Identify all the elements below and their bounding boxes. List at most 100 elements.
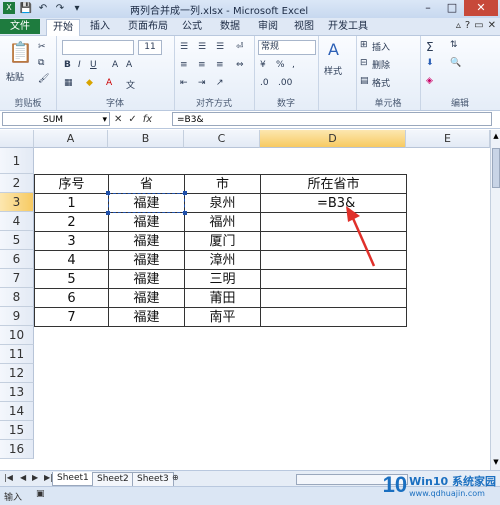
cell-c2[interactable]: 市 — [184, 174, 261, 194]
row-header-1[interactable]: 1 — [0, 148, 34, 174]
format-cells-icon[interactable]: ▤ — [360, 76, 369, 86]
cell-c7[interactable]: 三明 — [184, 269, 261, 289]
cell-a2[interactable]: 序号 — [34, 174, 109, 194]
sheet-tab-2[interactable]: Sheet2 — [92, 472, 134, 487]
tab-home[interactable]: 开始 — [46, 19, 80, 36]
cell-d9[interactable] — [260, 307, 407, 327]
font-grow-icon[interactable]: A — [112, 60, 118, 70]
delete-cells-label[interactable]: 删除 — [372, 58, 390, 71]
sheet-tab-1[interactable]: Sheet1 — [52, 472, 94, 486]
format-painter-icon[interactable]: 🖌 — [38, 74, 49, 84]
tab-view[interactable]: 视图 — [288, 19, 320, 34]
cell-a3[interactable]: 1 — [34, 193, 109, 213]
name-box-dropdown-icon[interactable]: ▾ — [102, 113, 107, 127]
align-bottom-icon[interactable]: ☰ — [216, 42, 224, 52]
cell-d5[interactable] — [260, 231, 407, 251]
decrease-indent-icon[interactable]: ⇤ — [180, 78, 188, 88]
styles-label[interactable]: 样式 — [324, 64, 342, 77]
column-header-e[interactable]: E — [406, 130, 490, 148]
merge-center-icon[interactable]: ⇔ — [236, 60, 244, 70]
orientation-icon[interactable]: ↗ — [216, 78, 224, 88]
cut-icon[interactable]: ✂ — [38, 42, 46, 52]
cell-b7[interactable]: 福建 — [108, 269, 185, 289]
prev-sheet-icon[interactable]: ◀ — [20, 473, 26, 482]
font-size-select[interactable]: 11 — [138, 40, 162, 55]
row-header-12[interactable]: 12 — [0, 364, 34, 383]
column-header-b[interactable]: B — [108, 130, 184, 148]
phonetic-icon[interactable]: 文 — [126, 78, 135, 91]
formula-input[interactable]: =B3& — [172, 112, 492, 126]
cell-c6[interactable]: 漳州 — [184, 250, 261, 270]
cell-a7[interactable]: 5 — [34, 269, 109, 289]
tab-file[interactable]: 文件 — [0, 19, 40, 34]
cell-d7[interactable] — [260, 269, 407, 289]
underline-icon[interactable]: U — [90, 60, 97, 70]
currency-icon[interactable]: ¥ — [260, 60, 266, 70]
row-header-9[interactable]: 9 — [0, 307, 34, 326]
name-box[interactable]: SUM ▾ — [2, 112, 110, 126]
confirm-entry-icon[interactable]: ✓ — [128, 114, 136, 125]
font-color-icon[interactable]: A — [106, 78, 112, 88]
align-center-icon[interactable]: ≡ — [198, 60, 206, 70]
cell-d3-editing[interactable]: =B3& — [260, 193, 407, 213]
cell-b2[interactable]: 省 — [108, 174, 185, 194]
window-restore-icon[interactable]: ▭ — [474, 20, 483, 31]
cell-d8[interactable] — [260, 288, 407, 308]
tab-formulas[interactable]: 公式 — [176, 19, 208, 34]
customize-icon[interactable]: ▾ — [70, 1, 84, 15]
row-header-4[interactable]: 4 — [0, 212, 34, 231]
row-header-7[interactable]: 7 — [0, 269, 34, 288]
next-sheet-icon[interactable]: ▶ — [32, 473, 38, 482]
save-icon[interactable]: 💾 — [19, 1, 33, 15]
row-header-11[interactable]: 11 — [0, 345, 34, 364]
percent-icon[interactable]: % — [276, 60, 285, 70]
tab-review[interactable]: 审阅 — [252, 19, 284, 34]
paste-icon[interactable]: 📋 — [8, 40, 33, 64]
row-header-15[interactable]: 15 — [0, 421, 34, 440]
tab-insert[interactable]: 插入 — [84, 19, 116, 34]
number-format-select[interactable]: 常规 — [258, 40, 316, 55]
cell-a6[interactable]: 4 — [34, 250, 109, 270]
border-icon[interactable]: ▦ — [64, 78, 73, 88]
find-select-icon[interactable]: 🔍 — [450, 58, 461, 68]
align-middle-icon[interactable]: ☰ — [198, 42, 206, 52]
cell-b4[interactable]: 福建 — [108, 212, 185, 232]
cell-a5[interactable]: 3 — [34, 231, 109, 251]
italic-icon[interactable]: I — [78, 60, 81, 70]
help-icon[interactable]: ? — [465, 20, 470, 31]
align-right-icon[interactable]: ≡ — [216, 60, 224, 70]
fill-color-icon[interactable]: ◆ — [86, 78, 93, 88]
reference-handle[interactable] — [106, 211, 110, 215]
insert-sheet-icon[interactable]: ⊕ — [172, 473, 179, 482]
sheet-tab-3[interactable]: Sheet3 — [132, 472, 174, 487]
delete-cells-icon[interactable]: ⊟ — [360, 58, 368, 68]
cell-b9[interactable]: 福建 — [108, 307, 185, 327]
reference-handle[interactable] — [183, 211, 187, 215]
decrease-decimal-icon[interactable]: .00 — [278, 78, 292, 88]
cell-b8[interactable]: 福建 — [108, 288, 185, 308]
cell-b5[interactable]: 福建 — [108, 231, 185, 251]
cell-a4[interactable]: 2 — [34, 212, 109, 232]
comma-style-icon[interactable]: , — [292, 60, 295, 70]
font-name-select[interactable] — [62, 40, 134, 55]
align-top-icon[interactable]: ☰ — [180, 42, 188, 52]
row-header-5[interactable]: 5 — [0, 231, 34, 250]
first-sheet-icon[interactable]: |◀ — [4, 473, 13, 482]
cell-c3[interactable]: 泉州 — [184, 193, 261, 213]
format-cells-label[interactable]: 格式 — [372, 76, 390, 89]
vertical-scrollbar[interactable]: ▲ ▼ — [490, 130, 500, 470]
insert-function-icon[interactable]: fx — [143, 114, 152, 125]
cell-d4[interactable] — [260, 212, 407, 232]
wrap-text-icon[interactable]: ⏎ — [236, 42, 244, 52]
tab-data[interactable]: 数据 — [214, 19, 246, 34]
minimize-button[interactable]: – — [416, 0, 440, 16]
autosum-icon[interactable]: Σ — [426, 40, 434, 54]
copy-icon[interactable]: ⧉ — [38, 58, 44, 68]
cell-a9[interactable]: 7 — [34, 307, 109, 327]
undo-icon[interactable]: ↶ — [36, 1, 50, 15]
macro-record-icon[interactable]: ▣ — [36, 489, 45, 499]
scroll-up-icon[interactable]: ▲ — [492, 132, 500, 142]
paste-label[interactable]: 粘贴 — [6, 70, 24, 83]
tab-developer[interactable]: 开发工具 — [322, 19, 374, 34]
ribbon-minimize-icon[interactable]: ▵ — [456, 20, 461, 31]
